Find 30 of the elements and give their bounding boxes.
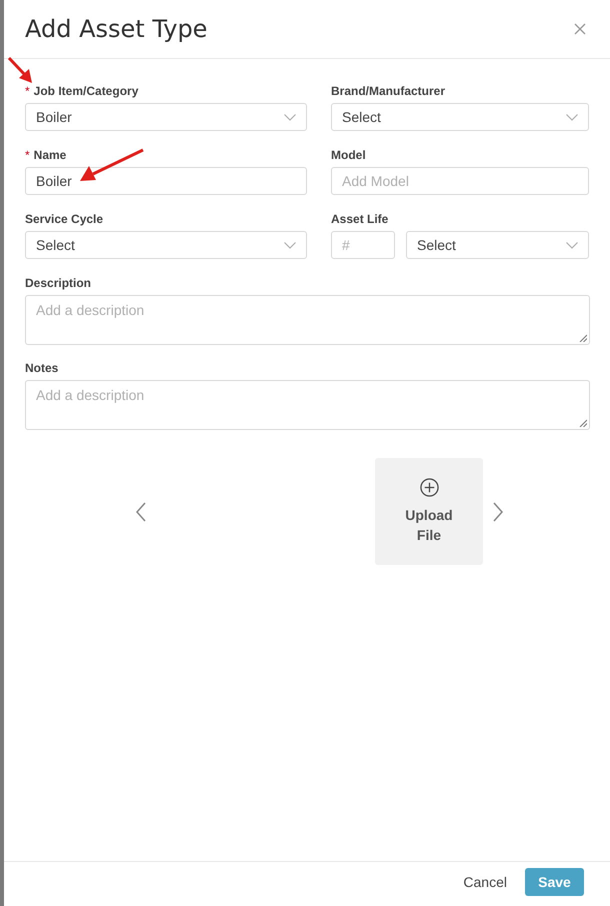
close-icon[interactable]: [574, 23, 586, 35]
field-label: Description: [25, 276, 92, 290]
chevron-down-icon: [284, 242, 296, 248]
required-marker: *: [25, 148, 30, 162]
field-label: Service Cycle: [25, 212, 104, 226]
select-field[interactable]: Select: [331, 103, 589, 131]
field-label: Asset Life: [331, 212, 388, 226]
chevron-down-icon: [566, 242, 578, 248]
plus-circle-icon: [420, 478, 438, 497]
input-field[interactable]: Boiler: [25, 167, 307, 195]
required-marker: *: [25, 84, 30, 98]
upload-file-button[interactable]: Upload File: [375, 458, 483, 565]
select-field[interactable]: Boiler: [25, 103, 307, 131]
annotation-arrow: [79, 148, 145, 184]
resize-grip-icon[interactable]: [579, 334, 587, 342]
select-field[interactable]: Select: [406, 231, 589, 259]
select-field[interactable]: Select: [25, 231, 307, 259]
cancel-button[interactable]: Cancel: [461, 870, 509, 894]
chevron-right-icon[interactable]: [493, 502, 503, 522]
field-label: Job Item/Category: [34, 84, 138, 98]
field-label: Brand/Manufacturer: [331, 84, 446, 98]
dialog-title: Add Asset Type: [25, 15, 208, 43]
resize-grip-icon[interactable]: [579, 419, 587, 427]
chevron-down-icon: [566, 114, 578, 120]
chevron-left-icon[interactable]: [136, 502, 146, 522]
field-label: Model: [331, 148, 366, 162]
field-label: Name: [34, 148, 66, 162]
field-label: Notes: [25, 360, 58, 374]
chevron-down-icon: [284, 114, 296, 120]
annotation-arrow: [7, 56, 33, 84]
